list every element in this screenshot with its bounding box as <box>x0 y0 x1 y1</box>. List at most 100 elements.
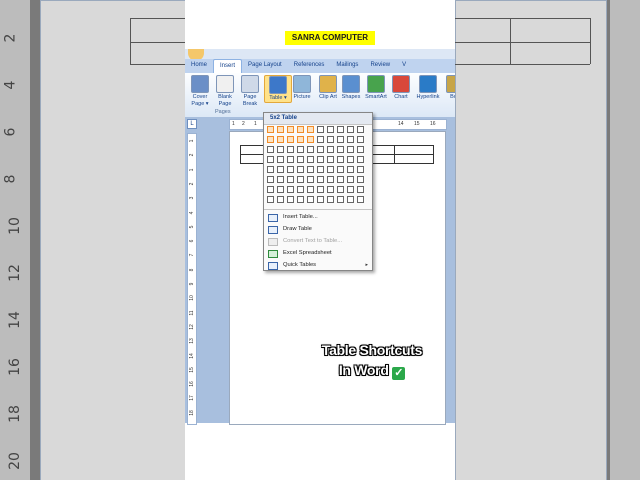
menu-item-draw-table[interactable]: Draw Table <box>264 223 372 235</box>
table-grid-cell[interactable] <box>337 156 344 163</box>
table-grid-cell[interactable] <box>317 196 324 203</box>
table-grid-cell[interactable] <box>287 136 294 143</box>
table-grid-cell[interactable] <box>297 186 304 193</box>
table-grid-cell[interactable] <box>347 176 354 183</box>
tab-review[interactable]: Review <box>364 59 396 73</box>
table-grid-cell[interactable] <box>347 166 354 173</box>
cover-page-button[interactable]: Cover Page ▾ <box>187 75 213 108</box>
tab-v[interactable]: V <box>396 59 412 73</box>
table-grid-cell[interactable] <box>327 196 334 203</box>
table-grid-cell[interactable] <box>267 176 274 183</box>
table-grid-cell[interactable] <box>327 126 334 133</box>
table-grid-cell[interactable] <box>357 176 364 183</box>
hyperlink-button[interactable]: Hyperlink <box>415 75 441 101</box>
bookmark-button[interactable]: Boo <box>442 75 455 101</box>
table-grid-cell[interactable] <box>277 136 284 143</box>
chart-button[interactable]: Chart <box>388 75 414 101</box>
table-grid-cell[interactable] <box>277 166 284 173</box>
table-grid-cell[interactable] <box>347 186 354 193</box>
table-grid-cell[interactable] <box>327 136 334 143</box>
table-grid-cell[interactable] <box>267 146 274 153</box>
blank-page-button[interactable]: Blank Page <box>212 75 238 108</box>
table-grid-cell[interactable] <box>287 196 294 203</box>
table-grid-cell[interactable] <box>267 186 274 193</box>
table-grid-cell[interactable] <box>267 196 274 203</box>
table-grid-cell[interactable] <box>317 156 324 163</box>
menu-item-convert-text-to-table[interactable]: Convert Text to Table... <box>264 235 372 247</box>
table-grid-cell[interactable] <box>297 166 304 173</box>
menu-item-excel-spreadsheet[interactable]: Excel Spreadsheet <box>264 247 372 259</box>
table-grid-cell[interactable] <box>307 176 314 183</box>
table-grid-cell[interactable] <box>307 196 314 203</box>
table-grid-cell[interactable] <box>287 126 294 133</box>
vertical-ruler[interactable]: 1 2 1 2 3 4 5 6 7 8 9 10 11 12 13 14 15 16 17 18 <box>187 133 197 425</box>
table-grid-cell[interactable] <box>307 146 314 153</box>
table-grid-cell[interactable] <box>297 156 304 163</box>
table-grid-cell[interactable] <box>357 156 364 163</box>
table-grid-cell[interactable] <box>297 196 304 203</box>
table-grid-cell[interactable] <box>287 176 294 183</box>
table-grid-cell[interactable] <box>307 156 314 163</box>
table-grid-cell[interactable] <box>317 176 324 183</box>
tab-home[interactable]: Home <box>185 59 213 73</box>
table-grid-cell[interactable] <box>277 196 284 203</box>
table-grid-cell[interactable] <box>347 126 354 133</box>
shapes-button[interactable]: Shapes <box>338 75 364 101</box>
table-grid-cell[interactable] <box>327 156 334 163</box>
table-grid-cell[interactable] <box>357 166 364 173</box>
table-grid-cell[interactable] <box>337 166 344 173</box>
table-grid-cell[interactable] <box>297 176 304 183</box>
table-grid-cell[interactable] <box>337 196 344 203</box>
table-grid-cell[interactable] <box>347 136 354 143</box>
table-grid-cell[interactable] <box>307 186 314 193</box>
tab-insert[interactable]: Insert <box>213 59 243 73</box>
table-grid-cell[interactable] <box>277 126 284 133</box>
table-grid-cell[interactable] <box>277 156 284 163</box>
table-grid-cell[interactable] <box>287 146 294 153</box>
table-grid-cell[interactable] <box>357 186 364 193</box>
tab-selector[interactable]: L <box>187 119 197 129</box>
table-grid-cell[interactable] <box>297 146 304 153</box>
table-grid-cell[interactable] <box>317 126 324 133</box>
table-grid-cell[interactable] <box>287 166 294 173</box>
table-grid-cell[interactable] <box>357 126 364 133</box>
table-grid-cell[interactable] <box>277 176 284 183</box>
table-grid-cell[interactable] <box>277 186 284 193</box>
table-grid-cell[interactable] <box>267 166 274 173</box>
table-grid-cell[interactable] <box>337 136 344 143</box>
table-grid-cell[interactable] <box>277 146 284 153</box>
table-grid-cell[interactable] <box>347 146 354 153</box>
smartart-button[interactable]: SmartArt <box>363 75 389 101</box>
tab-page-layout[interactable]: Page Layout <box>242 59 288 73</box>
menu-item-quick-tables[interactable]: Quick Tables ▸ <box>264 259 372 271</box>
table-grid-cell[interactable] <box>327 146 334 153</box>
table-grid-cell[interactable] <box>337 146 344 153</box>
table-grid-cell[interactable] <box>267 156 274 163</box>
table-grid-cell[interactable] <box>297 126 304 133</box>
table-grid-cell[interactable] <box>357 136 364 143</box>
table-grid-cell[interactable] <box>287 186 294 193</box>
table-grid-cell[interactable] <box>267 136 274 143</box>
table-grid-cell[interactable] <box>267 126 274 133</box>
table-grid-cell[interactable] <box>327 176 334 183</box>
table-grid-cell[interactable] <box>337 176 344 183</box>
table-grid-cell[interactable] <box>327 166 334 173</box>
tab-mailings[interactable]: Mailings <box>330 59 364 73</box>
table-grid-cell[interactable] <box>327 186 334 193</box>
table-grid-cell[interactable] <box>317 146 324 153</box>
table-grid-cell[interactable] <box>317 166 324 173</box>
table-grid-cell[interactable] <box>337 126 344 133</box>
table-grid-cell[interactable] <box>347 196 354 203</box>
table-grid-cell[interactable] <box>297 136 304 143</box>
table-grid-cell[interactable] <box>287 156 294 163</box>
table-grid-cell[interactable] <box>357 146 364 153</box>
picture-button[interactable]: Picture <box>289 75 315 101</box>
table-grid-cell[interactable] <box>337 186 344 193</box>
table-button[interactable]: Table ▾ <box>264 75 292 103</box>
table-grid-cell[interactable] <box>307 126 314 133</box>
table-grid-cell[interactable] <box>307 166 314 173</box>
tab-references[interactable]: References <box>288 59 331 73</box>
page-break-button[interactable]: Page Break <box>237 75 263 108</box>
table-grid-cell[interactable] <box>317 136 324 143</box>
table-grid-cell[interactable] <box>317 186 324 193</box>
